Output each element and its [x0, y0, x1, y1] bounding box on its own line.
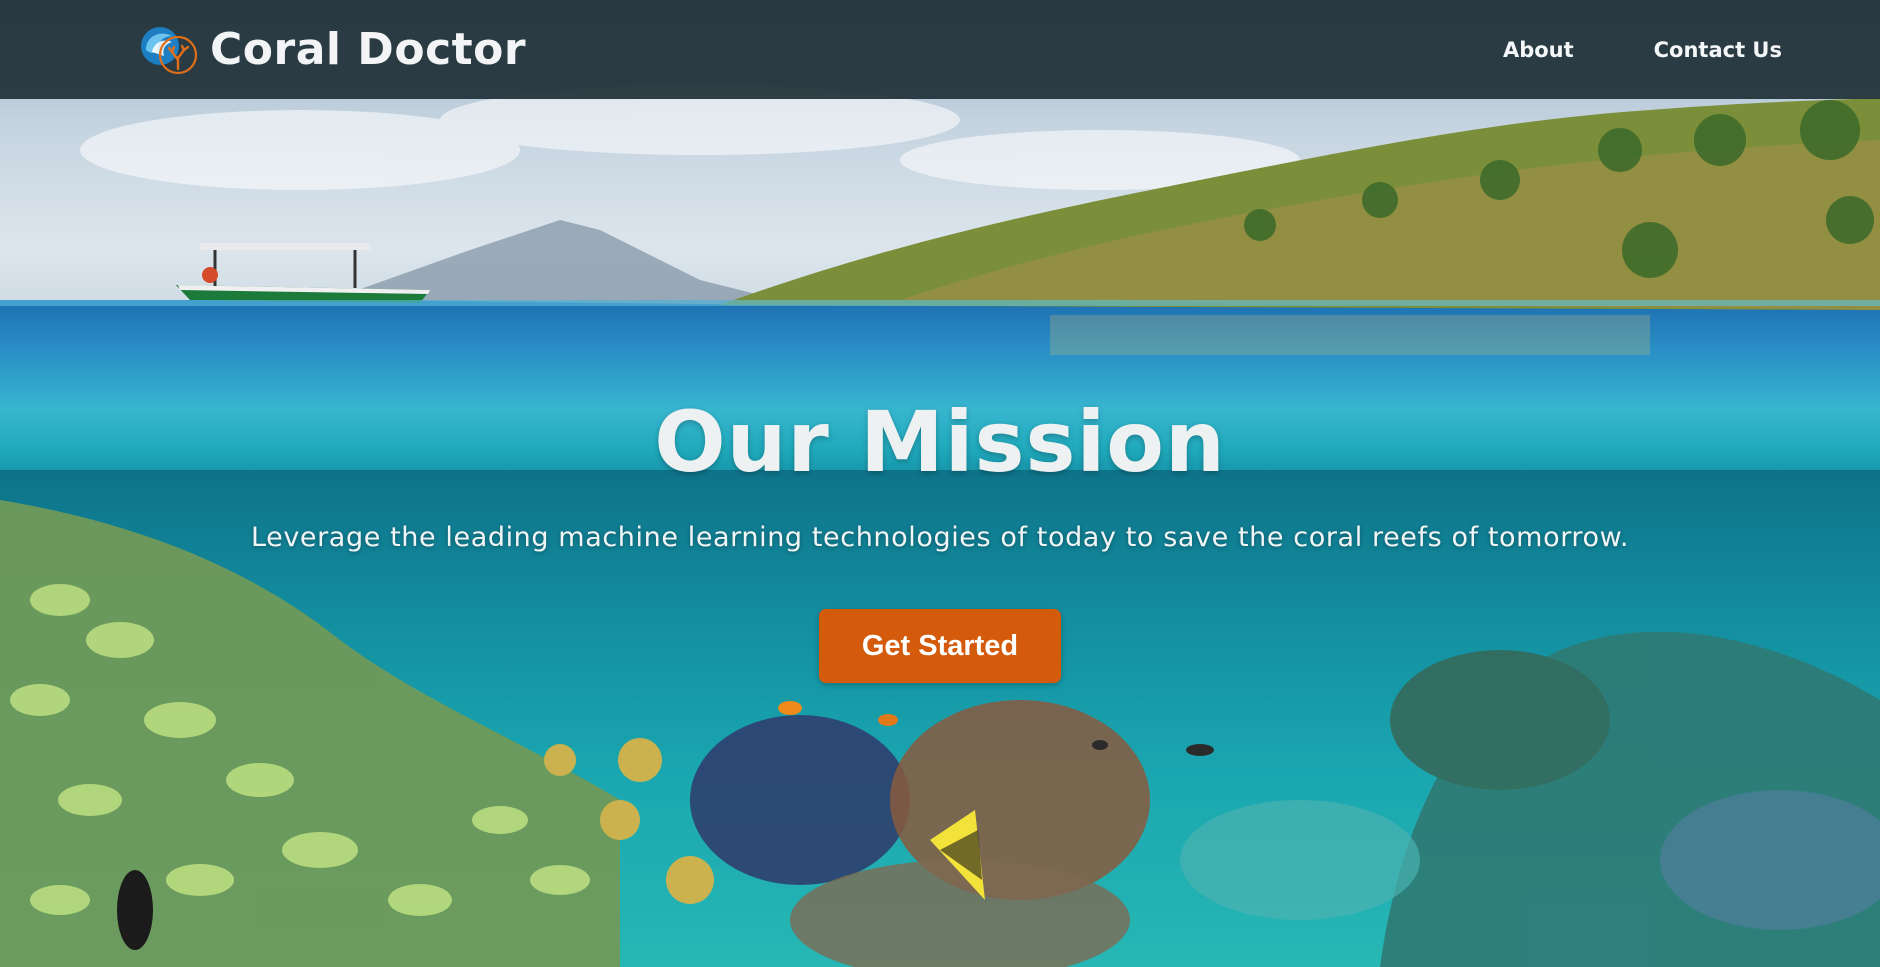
- coral-wave-logo-icon: [141, 27, 198, 75]
- nav-link-contact-us[interactable]: Contact Us: [1654, 38, 1782, 62]
- nav-link-about[interactable]: About: [1503, 38, 1574, 62]
- top-navbar: Coral Doctor About Contact Us: [0, 0, 1880, 99]
- hero-subtitle: Leverage the leading machine learning te…: [250, 522, 1630, 553]
- hero-title: Our Mission: [654, 393, 1226, 491]
- brand-name: Coral Doctor: [210, 24, 527, 75]
- get-started-button[interactable]: Get Started: [819, 609, 1061, 683]
- hero-content: Our Mission Leverage the leading machine…: [0, 400, 1880, 683]
- brand-home-link[interactable]: Coral Doctor: [138, 22, 526, 78]
- nav-links: About Contact Us: [1503, 0, 1782, 99]
- boat-image: [176, 243, 430, 303]
